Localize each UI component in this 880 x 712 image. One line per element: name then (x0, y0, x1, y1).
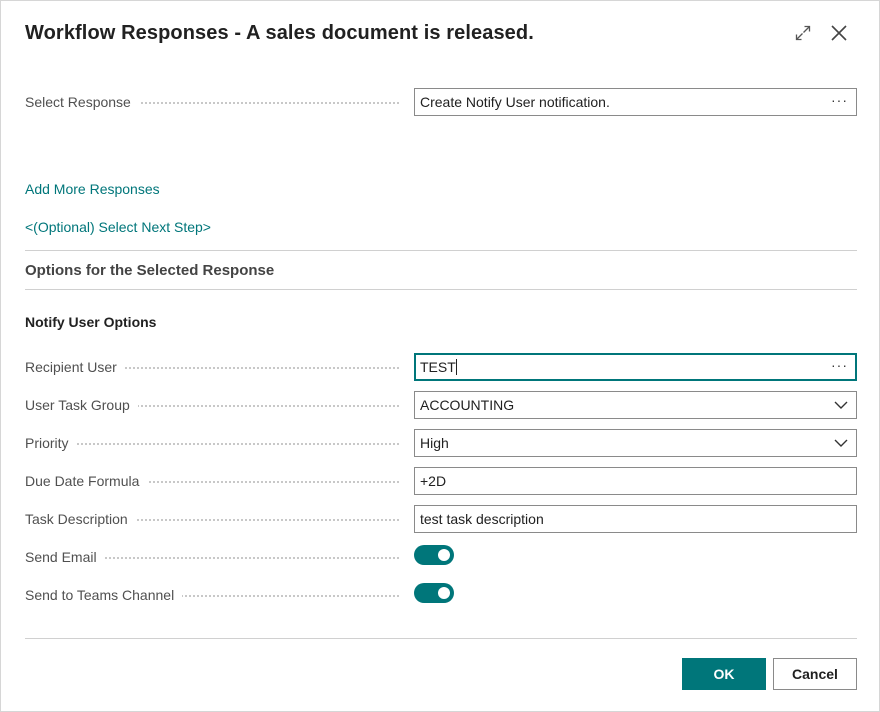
priority-row: Priority High (25, 429, 857, 457)
recipient-user-field[interactable]: TEST ··· (414, 353, 857, 381)
add-more-responses-link[interactable]: Add More Responses (25, 181, 160, 197)
user-task-group-label: User Task Group (25, 391, 138, 419)
recipient-user-row: Recipient User TEST ··· (25, 353, 857, 381)
due-date-formula-label: Due Date Formula (25, 467, 148, 495)
expand-icon[interactable] (791, 21, 815, 45)
send-to-teams-toggle[interactable] (414, 583, 454, 603)
user-task-group-select[interactable]: ACCOUNTING (414, 391, 857, 419)
priority-value: High (420, 435, 449, 451)
close-icon[interactable] (827, 21, 851, 45)
chevron-down-icon (834, 439, 848, 447)
due-date-formula-row: Due Date Formula +2D (25, 467, 857, 495)
select-response-row: Select Response Create Notify User notif… (25, 88, 857, 116)
send-email-toggle[interactable] (414, 545, 454, 565)
text-caret (455, 359, 457, 375)
select-response-value: Create Notify User notification. (420, 94, 610, 110)
lookup-ellipsis-button[interactable]: ··· (831, 354, 848, 380)
toggle-knob (438, 587, 450, 599)
user-task-group-row: User Task Group ACCOUNTING (25, 391, 857, 419)
select-response-field[interactable]: Create Notify User notification. ··· (414, 88, 857, 116)
send-email-label: Send Email (25, 543, 105, 571)
priority-select[interactable]: High (414, 429, 857, 457)
workflow-responses-dialog: Workflow Responses - A sales document is… (0, 0, 880, 712)
dialog-title: Workflow Responses - A sales document is… (25, 22, 534, 44)
user-task-group-value: ACCOUNTING (420, 397, 515, 413)
recipient-user-value: TEST (420, 359, 456, 375)
divider (25, 638, 857, 639)
cancel-button[interactable]: Cancel (773, 658, 857, 690)
dotted-leader (25, 443, 399, 445)
select-next-step-link[interactable]: <(Optional) Select Next Step> (25, 219, 211, 235)
divider (25, 289, 857, 290)
task-description-row: Task Description test task description (25, 505, 857, 533)
divider (25, 250, 857, 251)
due-date-formula-value: +2D (420, 473, 447, 489)
recipient-user-label: Recipient User (25, 353, 125, 381)
lookup-ellipsis-button[interactable]: ··· (831, 89, 848, 115)
due-date-formula-field[interactable]: +2D (414, 467, 857, 495)
send-email-row: Send Email (25, 543, 857, 571)
send-to-teams-row: Send to Teams Channel (25, 581, 857, 609)
notify-user-options-heading: Notify User Options (25, 314, 157, 330)
select-response-label: Select Response (25, 88, 139, 116)
options-section-title: Options for the Selected Response (25, 262, 275, 279)
task-description-label: Task Description (25, 505, 136, 533)
task-description-value: test task description (420, 511, 544, 527)
task-description-field[interactable]: test task description (414, 505, 857, 533)
chevron-down-icon (834, 401, 848, 409)
toggle-knob (438, 549, 450, 561)
priority-label: Priority (25, 429, 77, 457)
send-to-teams-label: Send to Teams Channel (25, 581, 183, 609)
ok-button[interactable]: OK (682, 658, 766, 690)
